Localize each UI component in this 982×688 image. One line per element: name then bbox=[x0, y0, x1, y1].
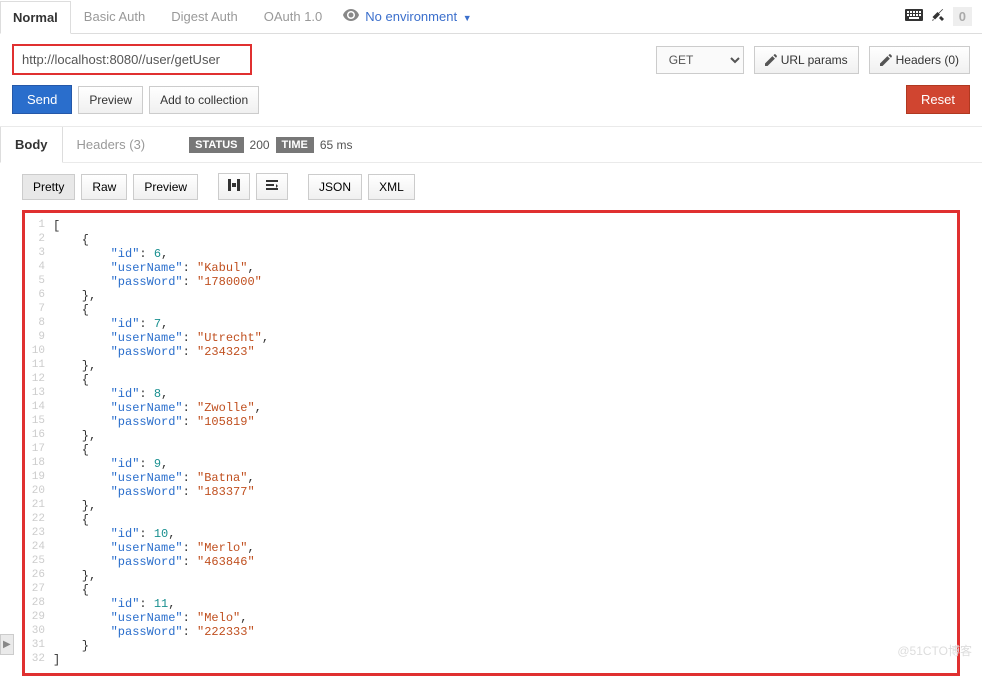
caret-down-icon: ▼ bbox=[463, 13, 472, 23]
status-area: STATUS 200 TIME 65 ms bbox=[189, 137, 352, 153]
time-value: 65 ms bbox=[320, 138, 353, 152]
response-body[interactable]: 1[2 {3 "id": 6,4 "userName": "Kabul",5 "… bbox=[22, 210, 960, 676]
method-select[interactable]: GET bbox=[656, 46, 744, 74]
environment-select[interactable]: No environment ▼ bbox=[365, 9, 471, 24]
time-label: TIME bbox=[276, 137, 314, 153]
url-input[interactable] bbox=[12, 44, 252, 75]
expand-handle[interactable]: ▶ bbox=[0, 634, 14, 655]
request-row: GET URL params Headers (0) bbox=[0, 34, 982, 85]
action-row: Send Preview Add to collection Reset bbox=[0, 85, 982, 126]
tools-icon[interactable] bbox=[931, 8, 945, 25]
tab-normal[interactable]: Normal bbox=[0, 1, 71, 34]
edit-icon bbox=[880, 54, 892, 66]
status-label: STATUS bbox=[189, 137, 243, 153]
add-to-collection-button[interactable]: Add to collection bbox=[149, 86, 259, 114]
response-tabs: Body Headers (3) STATUS 200 TIME 65 ms bbox=[0, 126, 982, 163]
xml-button[interactable]: XML bbox=[368, 174, 415, 200]
preview-button[interactable]: Preview bbox=[78, 86, 143, 114]
environment-label: No environment bbox=[365, 9, 457, 24]
tab-headers[interactable]: Headers (3) bbox=[63, 127, 160, 162]
tab-oauth[interactable]: OAuth 1.0 bbox=[251, 0, 336, 33]
tab-basic-auth[interactable]: Basic Auth bbox=[71, 0, 158, 33]
headers-label: Headers (0) bbox=[896, 53, 959, 67]
headers-button[interactable]: Headers (0) bbox=[869, 46, 970, 74]
preview-view-button[interactable]: Preview bbox=[133, 174, 198, 200]
counter-badge: 0 bbox=[953, 7, 972, 26]
pretty-button[interactable]: Pretty bbox=[22, 174, 75, 200]
reset-button[interactable]: Reset bbox=[906, 85, 970, 114]
top-right-tools: 0 bbox=[905, 7, 982, 26]
raw-button[interactable]: Raw bbox=[81, 174, 127, 200]
watermark: @51CTO博客 bbox=[897, 642, 972, 659]
wrap-icon[interactable] bbox=[256, 173, 288, 200]
send-button[interactable]: Send bbox=[12, 85, 72, 114]
url-params-label: URL params bbox=[781, 53, 848, 67]
keyboard-icon[interactable] bbox=[905, 9, 923, 24]
auth-tabs: Normal Basic Auth Digest Auth OAuth 1.0 … bbox=[0, 0, 982, 34]
url-params-button[interactable]: URL params bbox=[754, 46, 859, 74]
json-button[interactable]: JSON bbox=[308, 174, 362, 200]
status-value: 200 bbox=[250, 138, 270, 152]
tab-digest-auth[interactable]: Digest Auth bbox=[158, 0, 251, 33]
tab-body[interactable]: Body bbox=[0, 127, 63, 163]
eye-icon[interactable] bbox=[343, 9, 359, 24]
edit-icon bbox=[765, 54, 777, 66]
view-toolbar: Pretty Raw Preview JSON XML bbox=[0, 163, 982, 210]
collapse-icon[interactable] bbox=[218, 173, 250, 200]
